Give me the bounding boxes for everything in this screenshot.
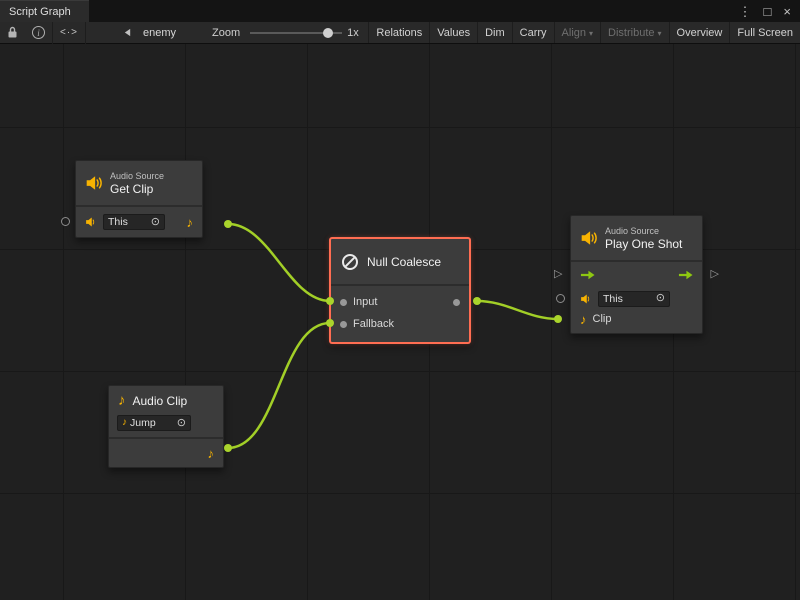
speaker-icon [580,293,592,305]
code-view-icon[interactable]: <·> [53,22,85,43]
fallback-port[interactable] [340,321,347,328]
node-category: Audio Source [605,226,682,237]
graph-toolbar: i <·> enemy Zoom 1x Relations Values Dim… [0,22,800,44]
note-icon: ♪ [122,418,127,428]
clip-output-port-icon[interactable]: ♪ [208,447,215,460]
maximize-icon[interactable]: □ [764,5,772,18]
node-audio-clip[interactable]: ♪ Audio Clip ♪ Jump ⊙ ♪ [108,385,224,468]
object-picker-icon[interactable]: ⊙ [151,217,160,228]
flow-in-outer-port[interactable]: ▷ [554,269,562,280]
tab-script-graph[interactable]: Script Graph [0,0,89,22]
input-port-label: Input [353,296,377,308]
audio-source-icon [85,174,103,192]
result-output-port[interactable] [453,299,460,306]
node-play-one-shot[interactable]: Audio Source Play One Shot [570,215,703,334]
toolbar-button-fullscreen[interactable]: Full Screen [729,22,800,43]
caret-down-icon: ▾ [589,29,593,38]
this-input-port[interactable] [556,294,565,303]
toolbar-button-dim[interactable]: Dim [477,22,512,43]
toolbar-button-carry[interactable]: Carry [512,22,554,43]
node-get-clip[interactable]: Audio Source Get Clip This ⊙ ♪ [75,160,203,238]
node-title: Null Coalesce [367,255,441,269]
tab-title: Script Graph [9,6,71,18]
speaker-icon [85,216,97,228]
lock-icon[interactable] [0,22,25,43]
graph-pointer-icon [116,22,139,43]
node-category: Audio Source [110,171,164,182]
window-controls: ⋮ □ × [739,0,800,22]
info-icon[interactable]: i [25,22,52,43]
this-dropdown-value: This [108,216,147,228]
graph-canvas[interactable]: Audio Source Get Clip This ⊙ ♪ [0,44,800,600]
flow-out-port[interactable] [678,270,693,280]
audio-clip-dropdown[interactable]: ♪ Jump ⊙ [117,415,191,431]
node-title: Get Clip [110,182,164,196]
audio-clip-dropdown-value: Jump [130,417,173,429]
null-coalesce-icon [340,252,360,272]
toolbar-button-overview[interactable]: Overview [669,22,730,43]
node-title: Play One Shot [605,237,682,251]
toolbar-separator [85,22,86,44]
kebab-menu-icon[interactable]: ⋮ [739,5,752,18]
close-icon[interactable]: × [783,5,791,18]
node-null-coalesce[interactable]: Null Coalesce Input Fallback [330,238,470,343]
this-dropdown[interactable]: This ⊙ [598,291,670,307]
fallback-port-label: Fallback [353,318,394,330]
toolbar-buttons: Relations Values Dim Carry Align▾ Distri… [368,22,800,43]
tab-bar: Script Graph ⋮ □ × [0,0,800,22]
flow-in-port[interactable] [580,270,595,280]
node-audio-clip-header[interactable]: ♪ Audio Clip [109,386,223,412]
zoom-slider-handle[interactable] [323,28,333,38]
zoom-slider[interactable] [250,27,342,39]
node-null-coalesce-header[interactable]: Null Coalesce [331,239,469,284]
clip-input-port-icon[interactable]: ♪ [580,313,587,326]
wire-audioclip-to-fallback [228,323,330,448]
flow-out-outer-port[interactable]: ▷ [711,269,719,280]
toolbar-button-distribute: Distribute▾ [600,22,668,43]
audio-source-icon [580,229,598,247]
this-dropdown[interactable]: This ⊙ [103,214,165,230]
audio-clip-icon: ♪ [118,393,126,408]
node-title: Audio Clip [133,394,188,408]
audio-clip-field-row: ♪ Jump ⊙ [109,412,223,437]
wire-result-to-clip [477,301,558,319]
toolbar-button-relations[interactable]: Relations [368,22,429,43]
graph-name: enemy [143,27,176,39]
wire-getclip-to-input [228,224,330,301]
object-picker-icon[interactable]: ⊙ [656,293,665,304]
toolbar-button-values[interactable]: Values [429,22,477,43]
this-input-port[interactable] [61,217,70,226]
caret-down-icon: ▾ [658,29,662,38]
this-dropdown-value: This [603,293,652,305]
clip-output-port-icon[interactable]: ♪ [187,216,194,229]
node-get-clip-header[interactable]: Audio Source Get Clip [76,161,202,205]
script-graph-window: Script Graph ⋮ □ × i <·> enemy Zoom 1x [0,0,800,600]
zoom-value: 1x [347,27,359,39]
object-picker-icon[interactable]: ⊙ [177,418,186,429]
clip-port-label: Clip [593,313,612,325]
zoom-label: Zoom [212,27,240,39]
input-port[interactable] [340,299,347,306]
toolbar-button-align: Align▾ [554,22,600,43]
node-play-one-shot-header[interactable]: Audio Source Play One Shot [571,216,702,260]
